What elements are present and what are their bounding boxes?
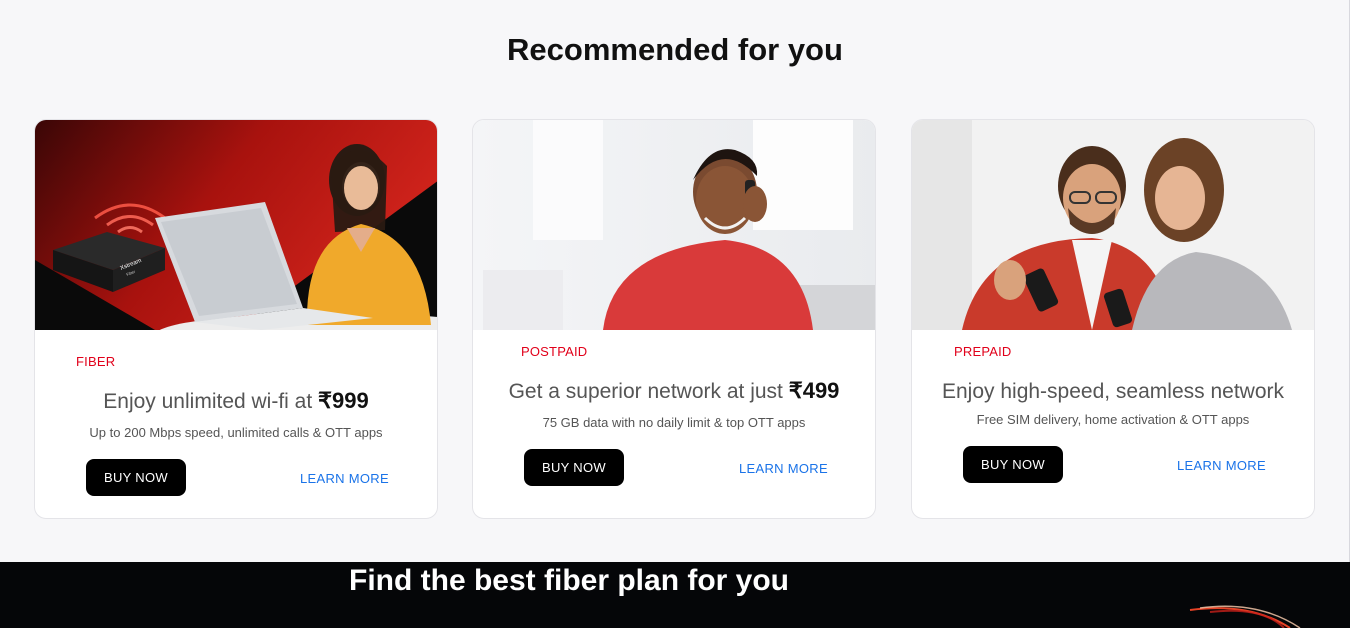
postpaid-buy-now-button[interactable]: BUY NOW: [524, 449, 624, 486]
postpaid-plan-card: POSTPAID Get a superior network at just …: [472, 119, 876, 519]
fiber-plan-banner: Find the best fiber plan for you: [0, 562, 1350, 628]
fiber-learn-more-link[interactable]: LEARN MORE: [300, 471, 389, 486]
postpaid-tag: POSTPAID: [521, 344, 588, 359]
postpaid-description: 75 GB data with no daily limit & top OTT…: [542, 415, 806, 430]
fiber-title-text: Enjoy unlimited wi-fi at: [103, 390, 319, 413]
postpaid-price: ₹499: [788, 378, 840, 403]
fiber-title: Enjoy unlimited wi-fi at ₹999: [35, 388, 437, 414]
fiber-tag: FIBER: [76, 354, 116, 369]
fiber-plan-card: Xstream Fiber FIBER Enjoy unlimited wi-f…: [34, 119, 438, 519]
prepaid-learn-more-link[interactable]: LEARN MORE: [1177, 458, 1266, 473]
fiber-promo-image: Xstream Fiber: [35, 120, 437, 330]
postpaid-title-text: Get a superior network at just: [508, 380, 789, 403]
fiber-price: ₹999: [318, 388, 369, 413]
prepaid-promo-image: [912, 120, 1314, 330]
prepaid-title-text: Enjoy high-speed, seamless network: [941, 380, 1284, 403]
postpaid-learn-more-link[interactable]: LEARN MORE: [739, 461, 828, 476]
prepaid-buy-now-button[interactable]: BUY NOW: [963, 446, 1063, 483]
prepaid-title: Enjoy high-speed, seamless network: [912, 378, 1314, 404]
prepaid-tag: PREPAID: [954, 344, 1012, 359]
prepaid-plan-card: PREPAID Enjoy high-speed, seamless netwo…: [911, 119, 1315, 519]
banner-title: Find the best fiber plan for you: [349, 564, 790, 597]
fiber-buy-now-button[interactable]: BUY NOW: [86, 459, 186, 496]
fiber-description: Up to 200 Mbps speed, unlimited calls & …: [89, 425, 383, 440]
postpaid-promo-image: [473, 120, 875, 330]
section-title: Recommended for you: [507, 32, 843, 67]
prepaid-description: Free SIM delivery, home activation & OTT…: [976, 412, 1250, 427]
postpaid-title: Get a superior network at just ₹499: [473, 378, 875, 404]
